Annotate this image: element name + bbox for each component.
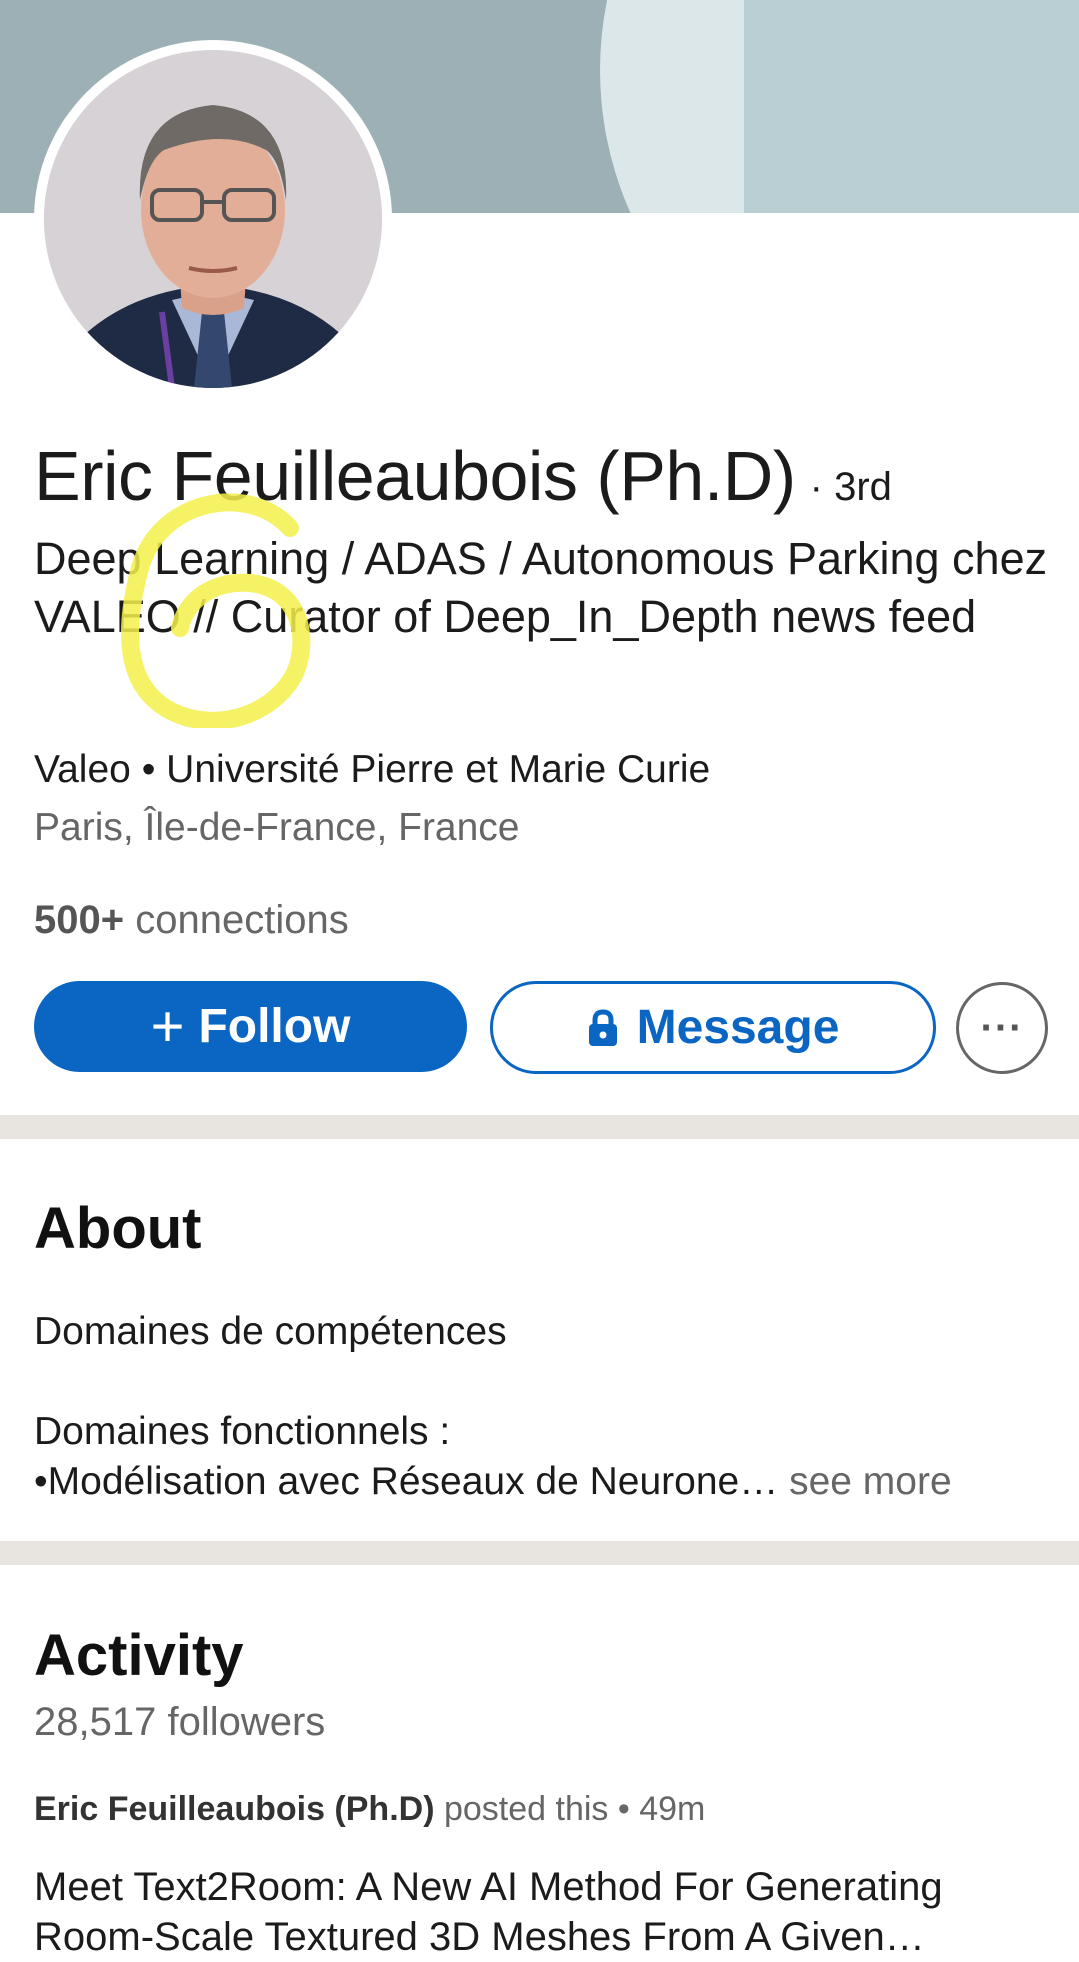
ellipsis-icon: ···	[980, 1005, 1024, 1050]
followers-count: 28,517 followers	[34, 1700, 326, 1744]
profile-name-row: Eric Feuilleaubois (Ph.D) · 3rd	[34, 436, 892, 516]
connections-label: connections	[135, 898, 349, 942]
banner-shape	[744, 0, 1079, 213]
profile-organizations[interactable]: Valeo • Université Pierre et Marie Curie	[34, 748, 710, 792]
profile-headline: Deep Learning / ADAS / Autonomous Parkin…	[34, 533, 1048, 642]
section-divider	[0, 1541, 1079, 1565]
post-time: posted this • 49m	[443, 1790, 706, 1828]
post-text[interactable]: Meet Text2Room: A New AI Method For Gene…	[34, 1862, 1054, 1962]
activity-title: Activity	[34, 1623, 244, 1688]
message-label: Message	[636, 1001, 840, 1054]
about-title: About	[34, 1196, 202, 1261]
about-line: Domaines fonctionnels :	[34, 1410, 451, 1453]
connections-count[interactable]: 500+ connections	[34, 898, 349, 943]
more-actions-button[interactable]: ···	[956, 982, 1048, 1074]
follow-label: Follow	[198, 1000, 351, 1053]
see-more-link[interactable]: see more	[789, 1460, 952, 1503]
about-line: •Modélisation avec Réseaux de Neurone… s…	[34, 1460, 952, 1504]
post-meta: Eric Feuilleaubois (Ph.D) posted this • …	[34, 1790, 705, 1829]
profile-name: Eric Feuilleaubois (Ph.D)	[34, 437, 796, 515]
post-author[interactable]: Eric Feuilleaubois (Ph.D)	[34, 1790, 435, 1828]
plus-icon: +	[150, 993, 185, 1059]
profile-location: Paris, Île-de-France, France	[34, 806, 520, 849]
avatar-photo	[44, 50, 382, 388]
lock-icon	[587, 1008, 619, 1047]
connection-degree: · 3rd	[809, 465, 892, 509]
about-line: Domaines de compétences	[34, 1310, 507, 1353]
avatar[interactable]	[44, 50, 382, 388]
follow-button[interactable]: + Follow	[34, 981, 467, 1072]
message-button[interactable]: Message	[490, 981, 936, 1074]
section-divider	[0, 1115, 1079, 1139]
about-text: •Modélisation avec Réseaux de Neurone…	[34, 1460, 779, 1503]
connections-number: 500+	[34, 898, 125, 942]
